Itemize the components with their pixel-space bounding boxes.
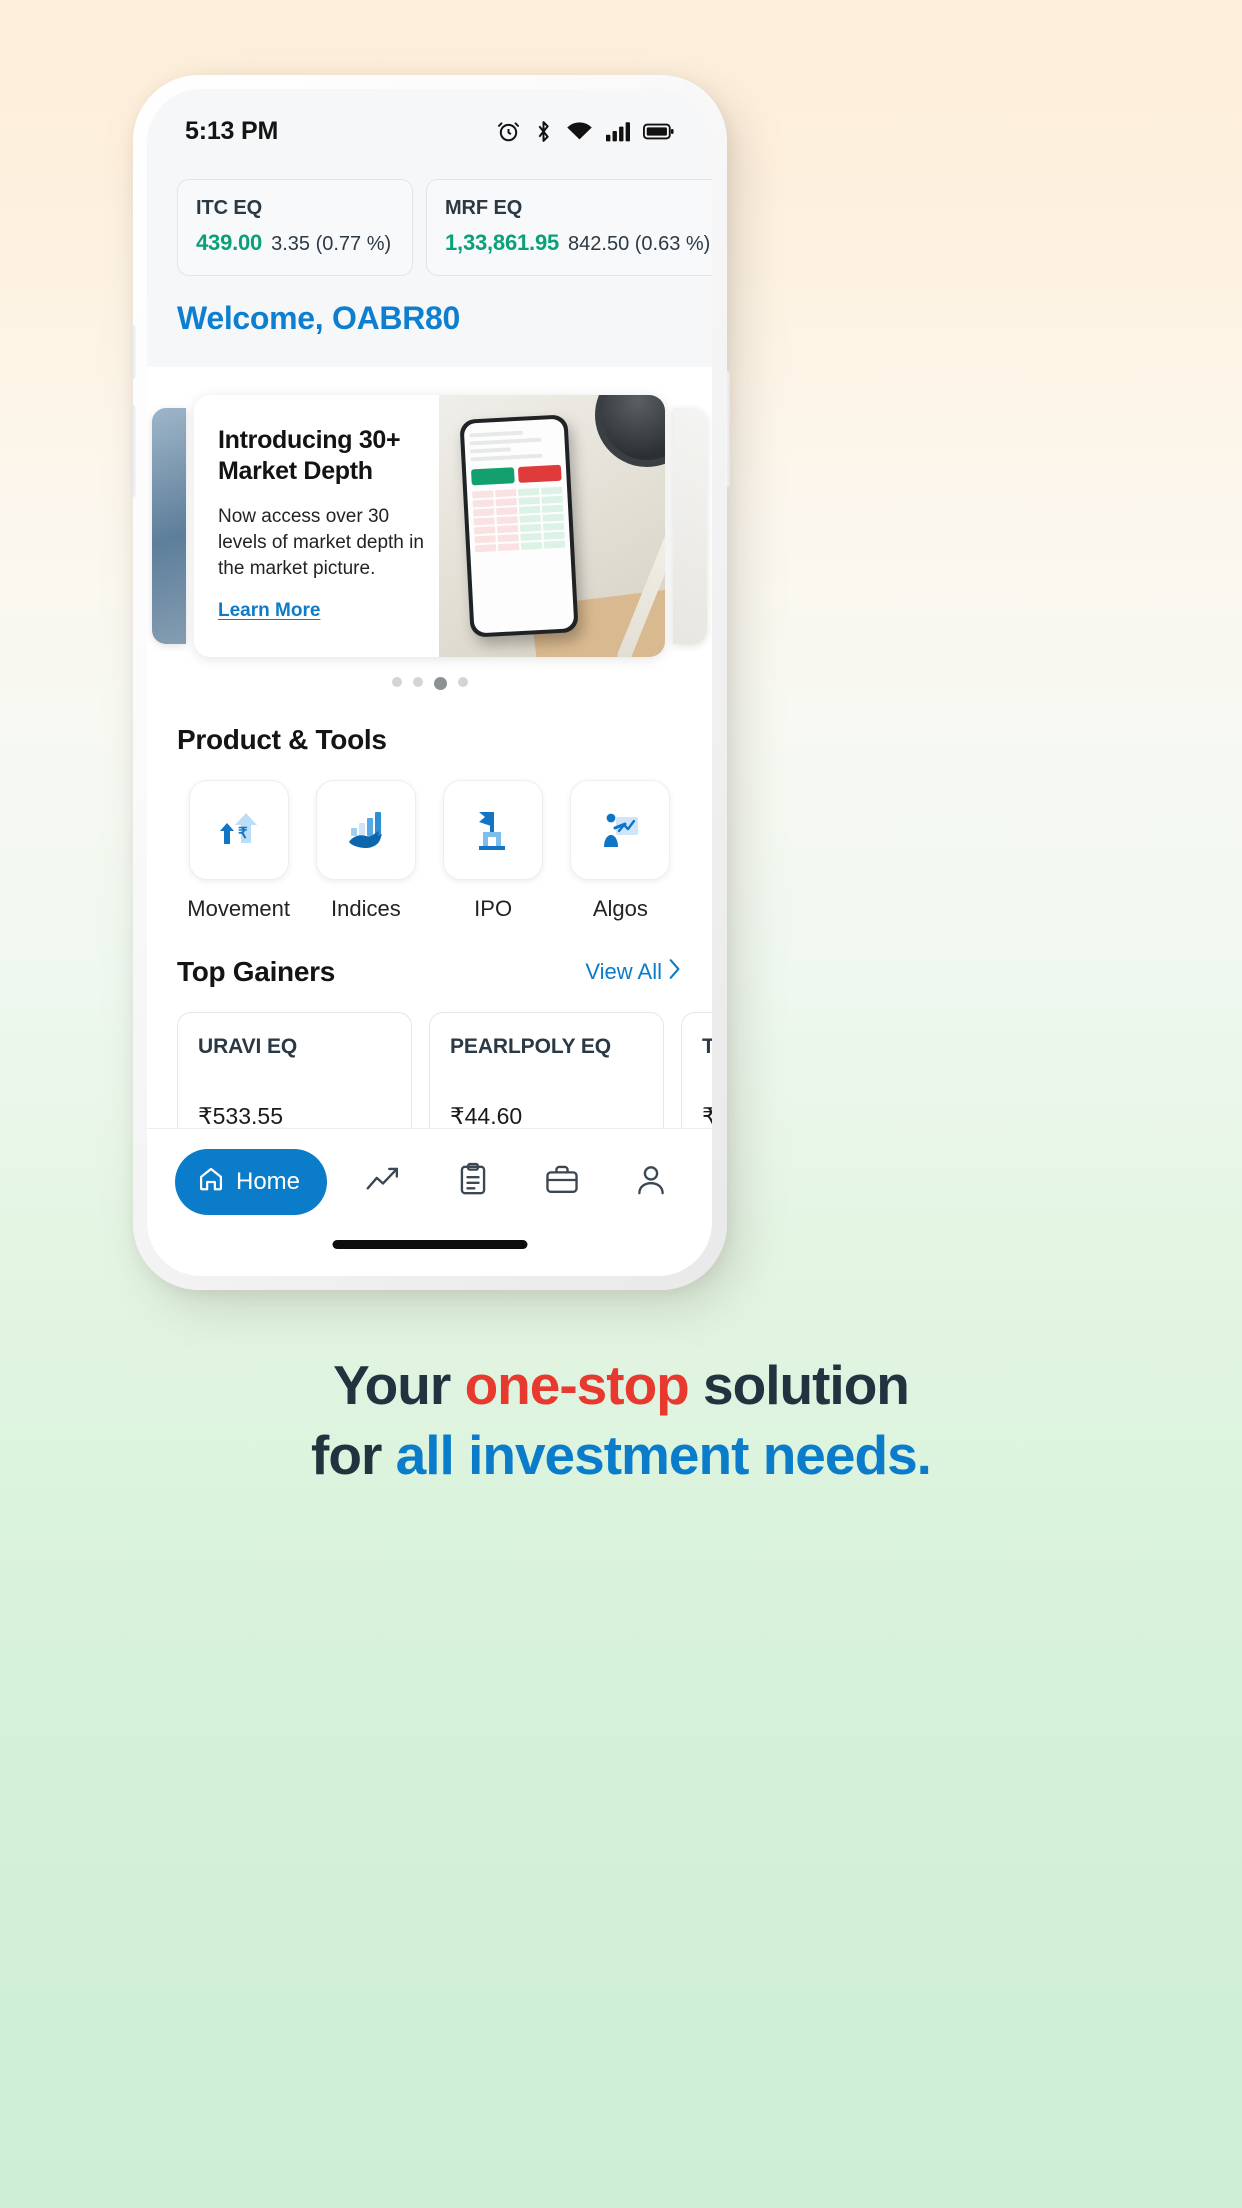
gainer-symbol: URAVI EQ	[198, 1035, 298, 1058]
carousel-dot[interactable]	[457, 677, 468, 687]
flag-building-icon	[443, 780, 544, 880]
tagline-text-your: Your	[333, 1354, 465, 1416]
promo-text-block: Introducing 30+ Market Depth Now access …	[194, 395, 439, 657]
products-title: Product & Tools	[177, 724, 387, 755]
tagline-line-1: Your one-stop solution	[0, 1350, 1242, 1420]
watchlist-price: 1,33,861.95	[445, 230, 560, 255]
status-bar-time: 5:13 PM	[185, 116, 279, 145]
tool-algos[interactable]: Algos	[557, 780, 684, 922]
chevron-right-small-icon	[666, 958, 682, 986]
watchlist-card[interactable]: MRF EQ 1,33,861.95 842.50 (0.63 %)	[426, 179, 712, 276]
battery-icon	[643, 119, 674, 144]
gainer-price: ₹533.55	[198, 1103, 283, 1129]
watchlist-values: 1,33,861.95 842.50 (0.63 %)	[445, 230, 710, 256]
carousel-dot[interactable]	[412, 677, 423, 687]
top-gainers-title: Top Gainers	[177, 956, 335, 987]
carousel-dots[interactable]	[147, 665, 712, 690]
home-icon	[197, 1165, 225, 1200]
watchlist-symbol: MRF EQ	[445, 197, 523, 219]
gainer-symbol: TVSEL	[702, 1035, 712, 1058]
tool-movement[interactable]: ₹ Movement	[175, 780, 302, 922]
phone-screen: 5:13 PM ITC EQ 439.00 3.35 (0.77 %) MRF …	[147, 89, 712, 1276]
phone-mockup: 5:13 PM ITC EQ 439.00 3.35 (0.77 %) MRF …	[131, 75, 730, 1290]
phone-in-image	[459, 414, 579, 638]
chart-line-icon	[365, 1162, 401, 1203]
promo-title: Introducing 30+ Market Depth	[218, 426, 401, 485]
tagline-text-for: for	[311, 1424, 396, 1487]
app-content: Introducing 30+ Market Depth Now access …	[147, 367, 712, 1172]
products-section-header: Product & Tools	[147, 724, 712, 756]
bull-bar-chart-icon	[315, 780, 416, 880]
carousel-dot-active[interactable]	[433, 677, 447, 690]
orders-clipboard-icon	[455, 1162, 491, 1203]
top-gainers-header: Top Gainers View All	[147, 956, 712, 988]
learn-more-link[interactable]: Learn More	[218, 600, 320, 622]
watchlist-strip[interactable]: ITC EQ 439.00 3.35 (0.77 %) MRF EQ 1,33,…	[147, 155, 712, 298]
tagline-text-solution: solution	[688, 1354, 910, 1416]
bluetooth-icon	[534, 119, 553, 144]
bottom-navigation: Home	[147, 1128, 712, 1276]
person-chart-icon	[570, 780, 671, 880]
gainer-price: ₹44.60	[450, 1103, 523, 1129]
tool-label: Algos	[592, 896, 648, 921]
view-all-label: View All	[585, 959, 662, 984]
clock-decor	[595, 395, 665, 467]
promo-carousel[interactable]: Introducing 30+ Market Depth Now access …	[147, 387, 712, 665]
svg-text:₹: ₹	[238, 825, 248, 842]
rupee-arrow-up-icon: ₹	[188, 780, 289, 880]
watchlist-values: 439.00 3.35 (0.77 %)	[196, 230, 394, 256]
promo-banner-card[interactable]: Introducing 30+ Market Depth Now access …	[194, 395, 665, 657]
wifi-icon	[566, 119, 593, 144]
watchlist-card[interactable]: ITC EQ 439.00 3.35 (0.77 %)	[177, 179, 413, 276]
tagline-line-2: for all investment needs.	[0, 1420, 1242, 1490]
tool-indices[interactable]: Indices	[302, 780, 429, 922]
promo-image	[438, 395, 665, 657]
profile-person-icon	[633, 1162, 669, 1203]
promo-description: Now access over 30 levels of market dept…	[218, 506, 424, 580]
nav-item-home[interactable]: Home	[175, 1149, 328, 1215]
view-all-button[interactable]: View All	[585, 958, 682, 986]
nav-item-profile[interactable]	[618, 1149, 684, 1215]
tool-ipo[interactable]: IPO	[430, 780, 557, 922]
status-bar: 5:13 PM	[147, 89, 712, 155]
nav-item-markets[interactable]	[350, 1149, 416, 1215]
home-indicator	[332, 1240, 527, 1249]
marketing-tagline: Your one-stop solution for all investmen…	[0, 1350, 1242, 1491]
carousel-prev-slide[interactable]	[152, 408, 186, 644]
phone-body: 5:13 PM ITC EQ 439.00 3.35 (0.77 %) MRF …	[131, 75, 730, 1290]
tool-label: IPO	[474, 896, 513, 921]
carousel-next-slide[interactable]	[673, 408, 707, 644]
watchlist-symbol: ITC EQ	[196, 197, 263, 219]
products-tools-grid: ₹ Movement Indices IPO Algos	[147, 780, 712, 922]
phone-power-button	[725, 371, 730, 487]
watchlist-price: 439.00	[196, 230, 263, 255]
carousel-dot[interactable]	[391, 677, 402, 687]
gainer-price: ₹360.8	[702, 1103, 712, 1129]
nav-item-orders[interactable]	[440, 1149, 506, 1215]
watchlist-change: 3.35 (0.77 %)	[271, 233, 392, 255]
tagline-highlight-investment: all investment needs.	[395, 1424, 932, 1487]
nav-label-home: Home	[236, 1168, 301, 1195]
gainer-symbol: PEARLPOLY EQ	[450, 1035, 612, 1058]
cellular-signal-icon	[606, 119, 630, 144]
portfolio-briefcase-icon	[544, 1162, 580, 1203]
status-bar-icons	[496, 119, 674, 144]
tagline-highlight-one-stop: one-stop	[464, 1354, 690, 1416]
welcome-greeting: Welcome, OABR80	[147, 298, 712, 367]
watchlist-change: 842.50 (0.63 %)	[568, 233, 711, 255]
tool-label: Movement	[187, 896, 290, 921]
alarm-icon	[496, 119, 521, 144]
nav-item-portfolio[interactable]	[529, 1149, 595, 1215]
tool-label: Indices	[331, 896, 401, 921]
